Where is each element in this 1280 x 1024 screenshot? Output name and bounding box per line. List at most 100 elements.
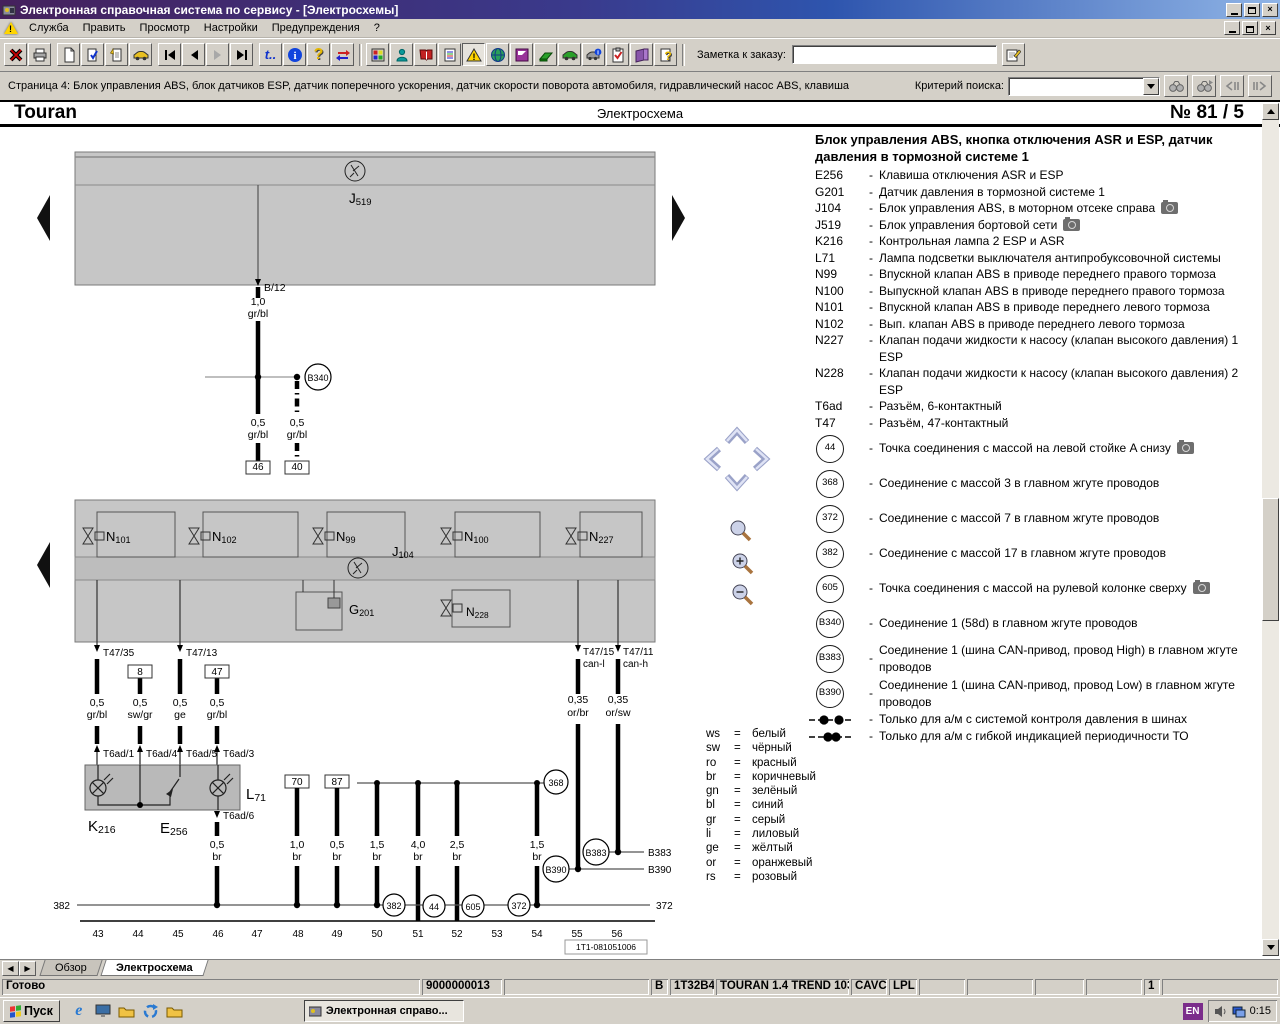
start-button[interactable]: Пуск: [3, 1000, 60, 1022]
menu-item-Предупреждения[interactable]: Предупреждения: [265, 20, 367, 36]
diagram-label: sw/gr: [127, 709, 153, 721]
language-indicator[interactable]: EN: [1183, 1003, 1203, 1020]
volume-icon[interactable]: [1214, 1005, 1228, 1018]
child-close-button[interactable]: ×: [1260, 21, 1276, 35]
wiring-diagram: J519B/121,0gr/blB3400,5gr/bl0,5gr/bl4640…: [0, 127, 700, 960]
tasks-button[interactable]: [606, 43, 629, 66]
vehicle-data-button[interactable]: [558, 43, 581, 66]
scroll-down-button[interactable]: [1262, 939, 1279, 956]
quicklaunch-folder2-icon[interactable]: [166, 1002, 184, 1020]
goto-button[interactable]: t..: [259, 43, 282, 66]
zoom-in-icon[interactable]: [730, 551, 756, 577]
status-cell-11: [1086, 979, 1142, 995]
menu-item-Настройки[interactable]: Настройки: [197, 20, 265, 36]
eraser-button[interactable]: [534, 43, 557, 66]
diagram-label: br: [292, 851, 302, 863]
menu-item-Просмотр[interactable]: Просмотр: [133, 20, 197, 36]
combo-dropdown-button[interactable]: [1143, 78, 1159, 95]
search-combobox[interactable]: [1008, 77, 1160, 96]
warnings-button[interactable]: !: [462, 43, 485, 66]
pan-left-icon[interactable]: [702, 444, 724, 474]
quicklaunch-update-icon[interactable]: [142, 1002, 160, 1020]
customer-button[interactable]: [390, 43, 413, 66]
diagram-label: 40: [291, 462, 303, 473]
diagram-label: T47/13: [186, 648, 218, 659]
parts-catalog-button[interactable]: [366, 43, 389, 66]
diagram-label: 54: [531, 929, 543, 940]
find-next-button[interactable]: [1192, 75, 1216, 97]
network-icon[interactable]: [1232, 1005, 1246, 1018]
internet-button[interactable]: [486, 43, 509, 66]
color-code-row-br: br=коричневый: [706, 770, 816, 784]
diagram-label: T47/15: [583, 647, 615, 658]
archive-button[interactable]: [630, 43, 653, 66]
diagram-label: B390: [648, 865, 672, 876]
diagram-scroll-left-icon[interactable]: [37, 195, 50, 241]
edit-document-button[interactable]: [81, 43, 104, 66]
pan-down-icon[interactable]: [722, 471, 752, 493]
vehicle-info-button[interactable]: i: [582, 43, 605, 66]
status-cell-10: [1035, 979, 1084, 995]
nav-next-button[interactable]: [206, 43, 229, 66]
tab-Электросхема[interactable]: Электросхема: [100, 960, 208, 976]
jump-forward-button[interactable]: [1248, 75, 1272, 97]
legend-term: T6ad: [815, 398, 842, 415]
task-button-elsa[interactable]: Электронная справо...: [304, 1000, 464, 1022]
menu-item-Служба[interactable]: Служба: [22, 20, 76, 36]
quicklaunch-desktop-icon[interactable]: [94, 1002, 112, 1020]
refresh-button[interactable]: [331, 43, 354, 66]
legend-description: Только для а/м с гибкой индикацией перио…: [879, 728, 1261, 745]
diagram-scroll-left2-icon[interactable]: [37, 542, 50, 588]
help-button[interactable]: ?: [307, 43, 330, 66]
diagram-label: br: [212, 851, 222, 863]
child-minimize-button[interactable]: [1224, 21, 1240, 35]
close-button[interactable]: ×: [1262, 3, 1278, 17]
color-code-row-ws: ws=белый: [706, 727, 816, 741]
document-help-button[interactable]: ?: [654, 43, 677, 66]
restore-button[interactable]: [1244, 3, 1260, 17]
scrollbar-thumb[interactable]: [1262, 498, 1279, 621]
new-document-button[interactable]: [57, 43, 80, 66]
tab-scroll-left-button[interactable]: ◀: [2, 961, 19, 976]
order-note-button[interactable]: [1002, 43, 1025, 66]
manuals-button[interactable]: [414, 43, 437, 66]
menu-item-?[interactable]: ?: [367, 20, 387, 36]
documents-button[interactable]: [438, 43, 461, 66]
new-order-button[interactable]: [105, 43, 128, 66]
menu-item-Править[interactable]: Править: [76, 20, 133, 36]
diagram-label: 382: [53, 901, 70, 912]
scroll-up-button[interactable]: [1262, 103, 1279, 120]
legend-dash: -: [863, 545, 879, 562]
nav-first-button[interactable]: [158, 43, 181, 66]
diagram-label: 1,0: [290, 839, 305, 851]
nav-last-button[interactable]: [230, 43, 253, 66]
vertical-scrollbar[interactable]: [1262, 103, 1279, 956]
info-button[interactable]: i: [283, 43, 306, 66]
print-button[interactable]: [28, 43, 51, 66]
pan-up-icon[interactable]: [722, 425, 752, 447]
nav-prev-button[interactable]: [182, 43, 205, 66]
diagram-label: or/br: [567, 707, 589, 719]
zoom-tool-icon[interactable]: [728, 518, 754, 544]
order-note-input[interactable]: [792, 45, 997, 64]
find-button[interactable]: [1164, 75, 1188, 97]
minimize-button[interactable]: [1226, 3, 1242, 17]
diagram-scroll-right-icon[interactable]: [672, 195, 685, 241]
quicklaunch-ie-icon[interactable]: e: [70, 1002, 88, 1020]
vehicle-button[interactable]: [129, 43, 152, 66]
quicklaunch-folder-icon[interactable]: [118, 1002, 136, 1020]
child-restore-button[interactable]: [1242, 21, 1258, 35]
color-code-row-ge: ge=жёлтый: [706, 841, 816, 855]
zoom-out-icon[interactable]: [730, 582, 756, 608]
diagram-label: 46: [212, 929, 224, 940]
status-cell-3: B: [651, 979, 668, 995]
legend-term: G201: [815, 184, 844, 201]
jump-back-button[interactable]: [1220, 75, 1244, 97]
exit-button[interactable]: [4, 43, 27, 66]
tab-scroll-right-button[interactable]: ▶: [19, 961, 36, 976]
diagram-label: 8: [137, 667, 143, 678]
diagram-label: T6ad/1: [103, 749, 135, 760]
pan-right-icon[interactable]: [750, 444, 772, 474]
flag-button[interactable]: [510, 43, 533, 66]
tab-Обзор[interactable]: Обзор: [39, 960, 102, 976]
